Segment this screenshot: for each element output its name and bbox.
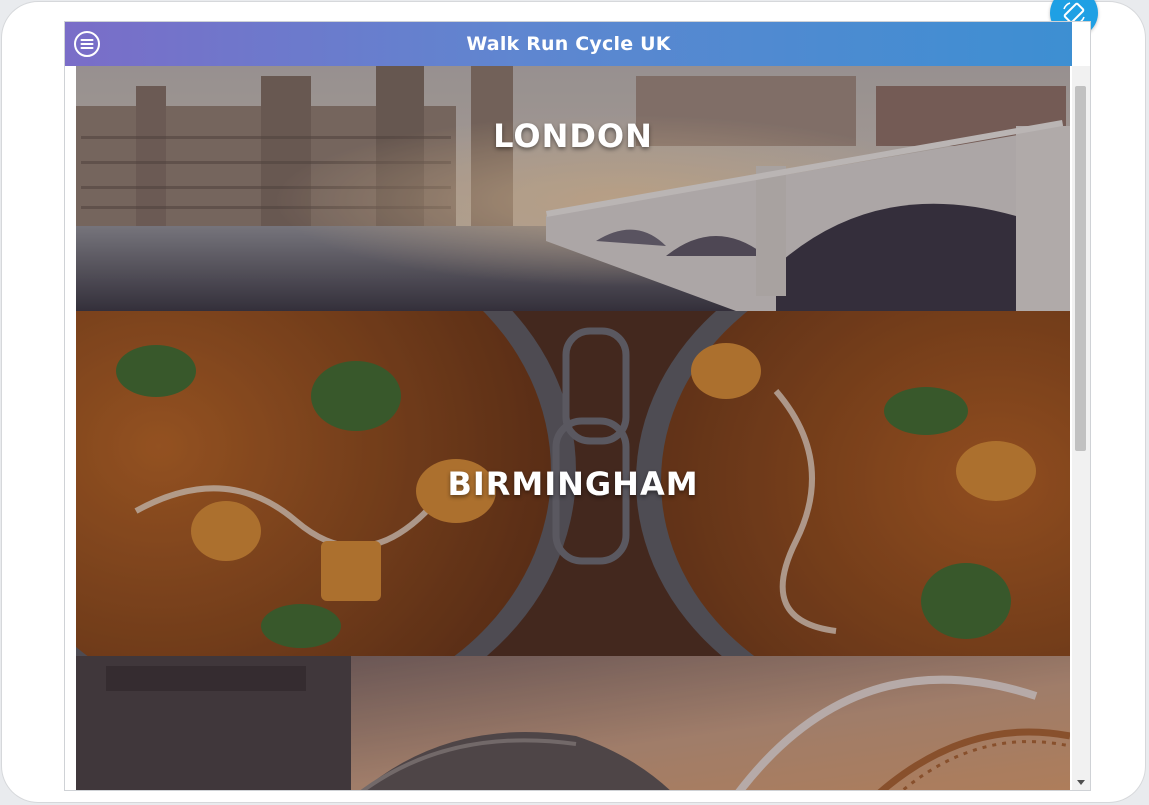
image-overlay (76, 656, 1070, 790)
city-card-third[interactable] (76, 656, 1070, 790)
city-card-london[interactable]: LONDON (76, 66, 1070, 311)
image-overlay (76, 66, 1070, 311)
hamburger-circle-icon (74, 31, 100, 57)
device-frame: Walk Run Cycle UK LONDON BIRMINGHAM (2, 0, 1145, 802)
scroll-down-arrow-icon[interactable] (1077, 780, 1085, 785)
menu-button[interactable] (73, 30, 101, 58)
city-name-birmingham: BIRMINGHAM (447, 464, 699, 503)
city-name-london: LONDON (493, 117, 653, 155)
city-card-birmingham[interactable]: BIRMINGHAM (76, 311, 1070, 656)
app-header: Walk Run Cycle UK (65, 22, 1072, 66)
app-title: Walk Run Cycle UK (466, 33, 671, 55)
app-screen: Walk Run Cycle UK LONDON BIRMINGHAM (64, 21, 1091, 791)
city-list: LONDON BIRMINGHAM (76, 66, 1070, 790)
scrollbar-thumb[interactable] (1075, 86, 1086, 451)
vertical-scrollbar[interactable] (1072, 66, 1090, 790)
